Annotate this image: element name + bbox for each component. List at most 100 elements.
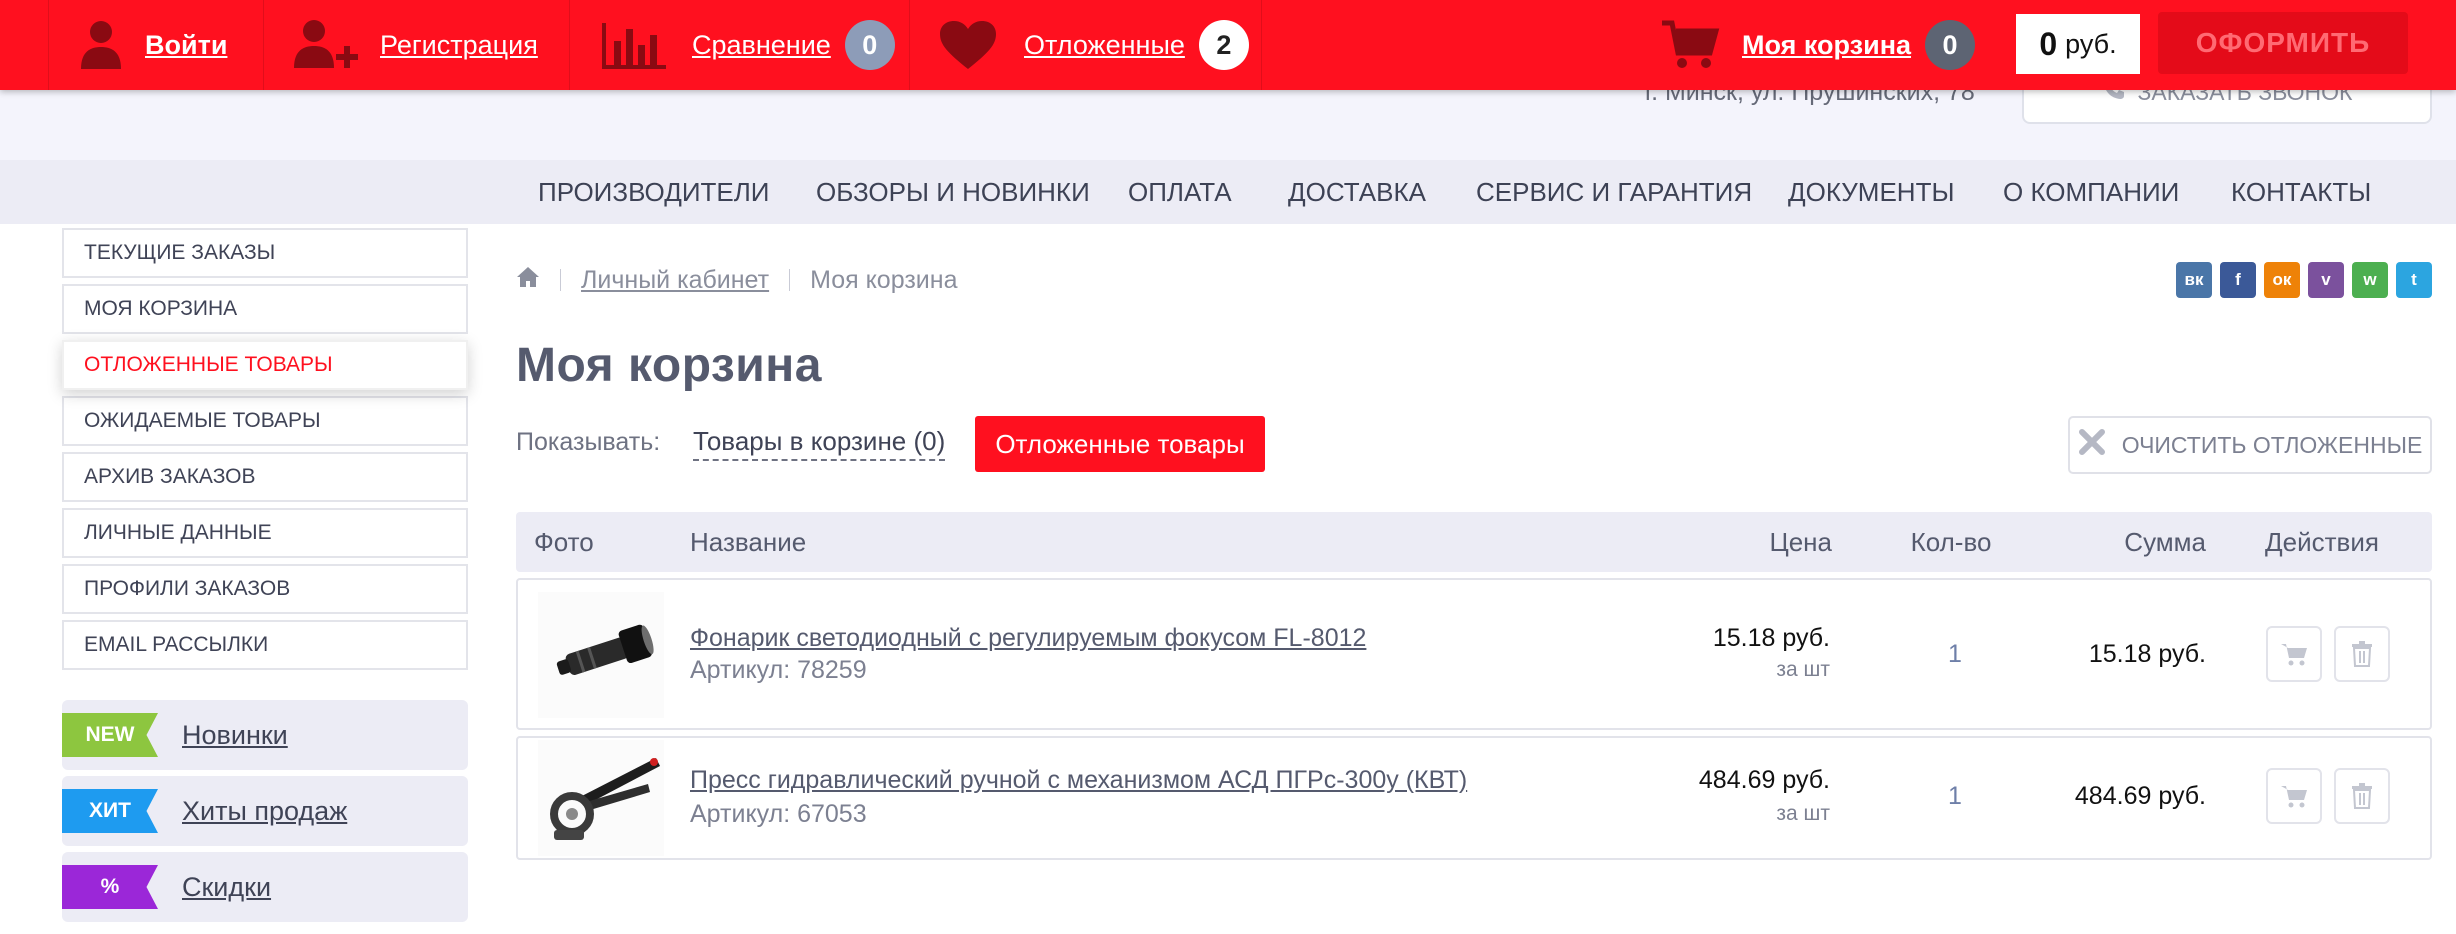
checkout-button[interactable]: ОФОРМИТЬ [2158,12,2408,74]
col-sum: Сумма [2124,526,2206,557]
cart-link[interactable]: Моя корзина [1742,30,1911,61]
heart-icon [938,19,998,71]
register-link[interactable]: Регистрация [380,30,538,61]
product-qty: 1 [1948,782,1962,810]
promo-sale[interactable]: % Скидки [62,852,468,922]
nav-service[interactable]: СЕРВИС И ГАРАНТИЯ [1476,160,1752,224]
sidebar-item-my-cart[interactable]: МОЯ КОРЗИНА [62,284,468,334]
product-photo[interactable] [538,738,664,858]
nav-company[interactable]: О КОМПАНИИ [2003,160,2179,224]
compare-block[interactable]: Сравнение 0 [570,0,910,90]
promo-hits-tag: ХИТ [62,789,158,833]
table-header: Фото Название Цена Кол-во Сумма Действия [516,512,2432,572]
facebook-share-icon[interactable]: f [2220,262,2256,298]
odnoklassniki-share-icon[interactable]: ок [2264,262,2300,298]
deferred-count-badge: 2 [1198,20,1249,70]
breadcrumb-separator [560,269,561,291]
promo-hits[interactable]: ХИТ Хиты продаж [62,776,468,846]
home-icon[interactable] [516,266,540,295]
close-icon [2078,428,2106,462]
share-buttons: вк f ок v w t [2176,262,2432,298]
main-nav: ПРОИЗВОДИТЕЛИ ОБЗОРЫ И НОВИНКИ ОПЛАТА ДО… [0,160,2456,224]
product-qty: 1 [1948,640,1962,668]
breadcrumb-account[interactable]: Личный кабинет [581,266,769,295]
clear-deferred-button[interactable]: ОЧИСТИТЬ ОТЛОЖЕННЫЕ [2068,416,2432,474]
add-to-cart-button[interactable] [2266,768,2322,824]
product-photo[interactable] [538,592,664,718]
nav-manufacturers[interactable]: ПРОИЗВОДИТЕЛИ [538,160,769,224]
table-row: Фонарик светодиодный с регулируемым фоку… [516,578,2432,730]
clear-deferred-label: ОЧИСТИТЬ ОТЛОЖЕННЫЕ [2121,431,2423,458]
user-add-icon [292,18,362,72]
product-name-link[interactable]: Фонарик светодиодный с регулируемым фоку… [690,624,1366,653]
login-block[interactable]: Войти [48,0,264,90]
col-name: Название [690,526,807,557]
compare-link[interactable]: Сравнение [692,30,831,61]
product-price-unit: за шт [1776,802,1830,825]
login-link[interactable]: Войти [145,30,227,61]
col-price: Цена [1769,526,1832,557]
breadcrumb-current: Моя корзина [810,265,958,294]
col-actions: Действия [2265,526,2379,557]
compare-count-badge: 0 [844,20,895,70]
nav-documents[interactable]: ДОКУМЕНТЫ [1788,160,1954,224]
sidebar-item-order-profiles[interactable]: ПРОФИЛИ ЗАКАЗОВ [62,564,468,614]
table-row: Пресс гидравлический ручной с механизмом… [516,736,2432,860]
breadcrumb-separator [789,269,791,291]
bar-chart-icon [600,19,668,71]
cart-icon [2281,644,2307,666]
sidebar-item-personal-data[interactable]: ЛИЧНЫЕ ДАННЫЕ [62,508,468,558]
add-to-cart-button[interactable] [2266,626,2322,682]
col-qty: Кол-во [1910,526,1992,557]
whatsapp-share-icon[interactable]: w [2352,262,2388,298]
cart-items-link[interactable]: Товары в корзине (0) [693,426,946,461]
delete-button[interactable] [2334,626,2390,682]
cart-block[interactable]: Моя корзина 0 [1660,0,2000,90]
show-label: Показывать: [516,428,661,456]
product-name-link[interactable]: Пресс гидравлический ручной с механизмом… [690,766,1467,795]
sidebar-item-current-orders[interactable]: ТЕКУЩИЕ ЗАКАЗЫ [62,228,468,278]
top-bar: Войти Регистрация Сравнение 0 Отложенные… [0,0,2456,90]
promo-new-link[interactable]: Новинки [182,720,288,751]
cart-sum-currency: руб. [2065,28,2117,59]
promo-new[interactable]: NEW Новинки [62,700,468,770]
deferred-link[interactable]: Отложенные [1024,30,1185,61]
user-icon [79,19,123,71]
cart-sum: 0 руб. [2016,14,2140,74]
telegram-share-icon[interactable]: t [2396,262,2432,298]
product-price-unit: за шт [1776,658,1830,681]
cart-icon [2281,786,2307,808]
sidebar-item-deferred[interactable]: ОТЛОЖЕННЫЕ ТОВАРЫ [62,340,468,390]
register-block[interactable]: Регистрация [264,0,570,90]
nav-delivery[interactable]: ДОСТАВКА [1288,160,1426,224]
col-photo: Фото [534,526,594,557]
sidebar-item-expected[interactable]: ОЖИДАЕМЫЕ ТОВАРЫ [62,396,468,446]
nav-reviews[interactable]: ОБЗОРЫ И НОВИНКИ [816,160,1090,224]
vk-share-icon[interactable]: вк [2176,262,2212,298]
product-price: 15.18 руб. [1712,624,1830,652]
product-sum: 484.69 руб. [2074,782,2206,810]
trash-icon [2352,783,2372,809]
nav-payment[interactable]: ОПЛАТА [1128,160,1232,224]
trash-icon [2352,641,2372,667]
sidebar-item-email[interactable]: EMAIL РАССЫЛКИ [62,620,468,670]
deferred-items-button[interactable]: Отложенные товары [975,416,1265,472]
promo-new-tag: NEW [62,713,158,757]
product-sku: Артикул: 78259 [690,656,867,684]
cart-count-badge: 0 [1925,20,1976,70]
promo-hits-link[interactable]: Хиты продаж [182,796,347,827]
breadcrumb: Личный кабинет Моя корзина [516,263,957,297]
flashlight-image [538,592,664,718]
nav-contacts[interactable]: КОНТАКТЫ [2231,160,2371,224]
delete-button[interactable] [2334,768,2390,824]
sidebar-item-archive[interactable]: АРХИВ ЗАКАЗОВ [62,452,468,502]
page-title: Моя корзина [516,339,822,392]
product-price: 484.69 руб. [1698,766,1830,794]
hydraulic-press-image [538,740,664,856]
viber-share-icon[interactable]: v [2308,262,2344,298]
deferred-block[interactable]: Отложенные 2 [910,0,1262,90]
cart-sum-value: 0 [2039,25,2058,62]
product-sum: 15.18 руб. [2088,640,2206,668]
cart-icon [1660,19,1720,71]
promo-sale-link[interactable]: Скидки [182,872,271,903]
